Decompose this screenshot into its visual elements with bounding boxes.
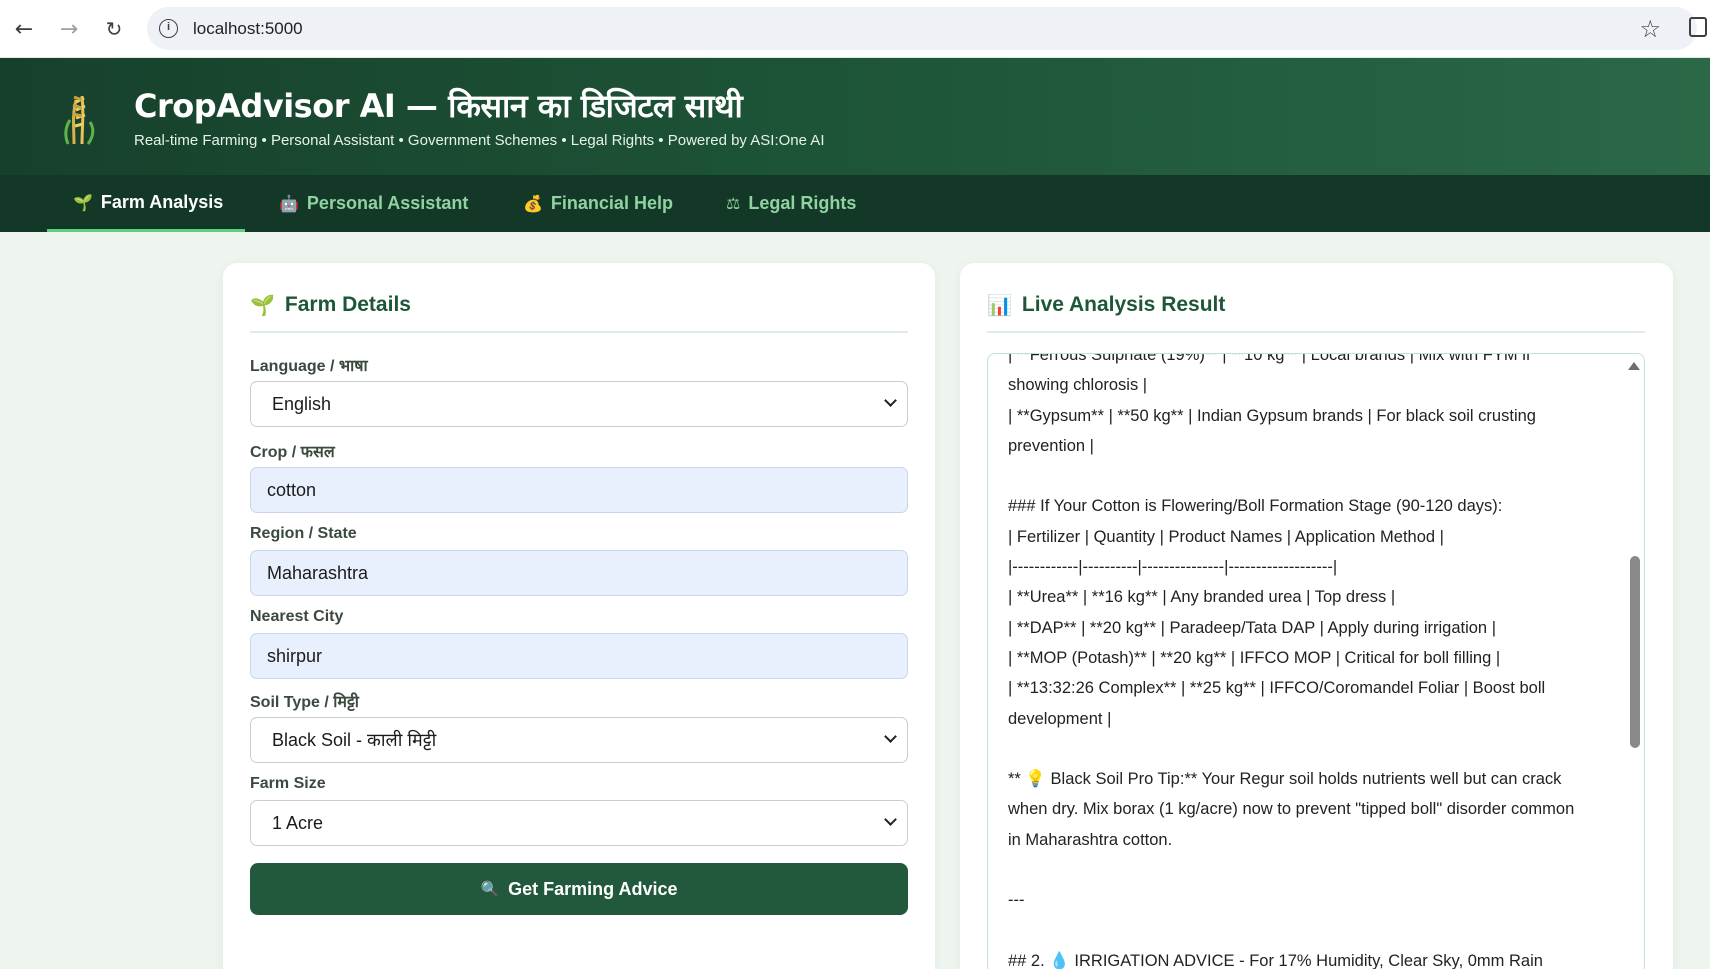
farm-size-label: Farm Size	[250, 775, 326, 792]
result-line: | **MOP (Potash)** | **20 kg** | IFFCO M…	[1008, 648, 1501, 667]
card-title-text: Farm Details	[284, 293, 411, 316]
scroll-up-arrow-icon[interactable]	[1628, 362, 1640, 370]
robot-icon: 🤖	[279, 194, 299, 213]
result-line	[1008, 855, 1608, 885]
language-label: Language / भाषा	[250, 358, 368, 375]
divider	[987, 331, 1645, 333]
magnifier-icon: 🔍	[480, 880, 500, 898]
language-value: English	[272, 393, 332, 414]
crop-value: cotton	[267, 479, 317, 500]
crop-label: Crop / फसल	[250, 444, 335, 461]
seedling-icon: 🌱	[250, 293, 275, 317]
farm-details-card: 🌱 Farm Details Language / भाषा English C…	[223, 263, 935, 969]
app-title: CropAdvisor AI — किसान का डिजिटल साथी	[134, 87, 743, 125]
seedling-icon: 🌱	[73, 192, 93, 212]
site-info-icon[interactable]: i	[159, 19, 178, 38]
farm-size-select[interactable]: 1 Acre	[250, 800, 908, 846]
soil-type-select[interactable]: Black Soil - काली मिट्टी	[250, 717, 908, 763]
chevron-down-icon	[884, 394, 897, 407]
live-analysis-card: 📊 Live Analysis Result | **Ferrous Sulph…	[960, 263, 1673, 969]
tab-label: Legal Rights	[748, 193, 857, 213]
result-line: ## 2. 💧 IRRIGATION ADVICE - For 17% Humi…	[1008, 951, 1543, 969]
reload-icon[interactable]: ↻	[99, 14, 129, 44]
button-label: Get Farming Advice	[508, 878, 678, 899]
chevron-down-icon	[884, 813, 897, 826]
region-label: Region / State	[250, 525, 357, 542]
result-line	[1008, 734, 1608, 764]
region-input[interactable]: Maharashtra	[250, 550, 908, 596]
result-line: | **DAP** | **20 kg** | Paradeep/Tata DA…	[1008, 618, 1496, 637]
soil-type-value: Black Soil - काली मिट्टी	[272, 730, 437, 750]
tab-label: Farm Analysis	[100, 191, 224, 212]
result-line: | Fertilizer | Quantity | Product Names …	[1008, 527, 1444, 546]
result-line: in Maharashtra cotton.	[1008, 830, 1173, 849]
app-subtitle: Real-time Farming • Personal Assistant •…	[134, 132, 825, 149]
result-line: prevention |	[1008, 436, 1094, 455]
result-line: ** 💡 Black Soil Pro Tip:** Your Regur so…	[1008, 770, 1562, 789]
city-value: shirpur	[267, 645, 323, 666]
tab-legal-rights[interactable]: ⚖ Legal Rights	[700, 175, 882, 232]
tab-personal-assistant[interactable]: 🤖 Personal Assistant	[253, 175, 494, 232]
tab-label: Financial Help	[550, 193, 673, 213]
app-header: CropAdvisor AI — किसान का डिजिटल साथी Re…	[0, 58, 1710, 175]
city-input[interactable]: shirpur	[250, 633, 908, 679]
url-text[interactable]: localhost:5000	[193, 19, 303, 39]
wheat-logo-icon	[64, 95, 95, 145]
result-line	[1008, 461, 1608, 491]
analysis-result-box[interactable]: | **Ferrous Sulphate (19%)** | **10 kg**…	[987, 353, 1645, 969]
soil-type-label: Soil Type / मिट्टी	[250, 694, 359, 711]
back-arrow-icon[interactable]: ←	[9, 14, 39, 44]
live-analysis-heading: 📊 Live Analysis Result	[987, 293, 1225, 317]
result-line: development |	[1008, 709, 1112, 728]
crop-input[interactable]: cotton	[250, 467, 908, 513]
farm-details-heading: 🌱 Farm Details	[250, 293, 411, 317]
address-bar[interactable]: i localhost:5000 ☆	[147, 7, 1707, 50]
divider	[250, 331, 908, 333]
result-line: ### If Your Cotton is Flowering/Boll For…	[1008, 497, 1503, 516]
scrollbar-thumb[interactable]	[1630, 556, 1640, 748]
tab-farm-analysis[interactable]: 🌱 Farm Analysis	[47, 175, 245, 232]
tab-label: Personal Assistant	[306, 193, 469, 213]
result-line: ---	[1008, 891, 1025, 910]
result-line: showing chlorosis |	[1008, 376, 1148, 395]
result-line	[1008, 916, 1608, 946]
card-title-text: Live Analysis Result	[1021, 293, 1226, 316]
result-line: when dry. Mix borax (1 kg/acre) now to p…	[1008, 800, 1575, 819]
result-line: |------------|----------|---------------…	[1008, 558, 1338, 577]
result-line: | **Gypsum** | **50 kg** | Indian Gypsum…	[1008, 406, 1536, 425]
analysis-text: | **Ferrous Sulphate (19%)** | **10 kg**…	[1008, 353, 1608, 969]
browser-toolbar: ← → ↻ i localhost:5000 ☆	[0, 0, 1710, 58]
scales-icon: ⚖	[726, 194, 741, 213]
result-line: | **Urea** | **16 kg** | Any branded ure…	[1008, 588, 1396, 607]
extensions-icon[interactable]	[1689, 17, 1707, 37]
farm-size-value: 1 Acre	[272, 812, 324, 833]
get-farming-advice-button[interactable]: 🔍 Get Farming Advice	[250, 863, 908, 915]
tab-financial-help[interactable]: 💰 Financial Help	[497, 175, 699, 232]
bar-chart-icon: 📊	[987, 293, 1012, 317]
forward-arrow-icon[interactable]: →	[54, 14, 84, 44]
chevron-down-icon	[884, 730, 897, 743]
tab-bar: 🌱 Farm Analysis 🤖 Personal Assistant 💰 F…	[0, 175, 1710, 232]
result-line: | **Ferrous Sulphate (19%)** | **10 kg**…	[1008, 353, 1531, 364]
language-select[interactable]: English	[250, 381, 908, 427]
city-label: Nearest City	[250, 608, 344, 625]
bookmark-star-icon[interactable]: ☆	[1639, 15, 1661, 43]
result-line: | **13:32:26 Complex** | **25 kg** | IFF…	[1008, 679, 1546, 698]
region-value: Maharashtra	[267, 562, 369, 583]
money-bag-icon: 💰	[523, 194, 543, 213]
scrollbar[interactable]	[1626, 354, 1644, 969]
